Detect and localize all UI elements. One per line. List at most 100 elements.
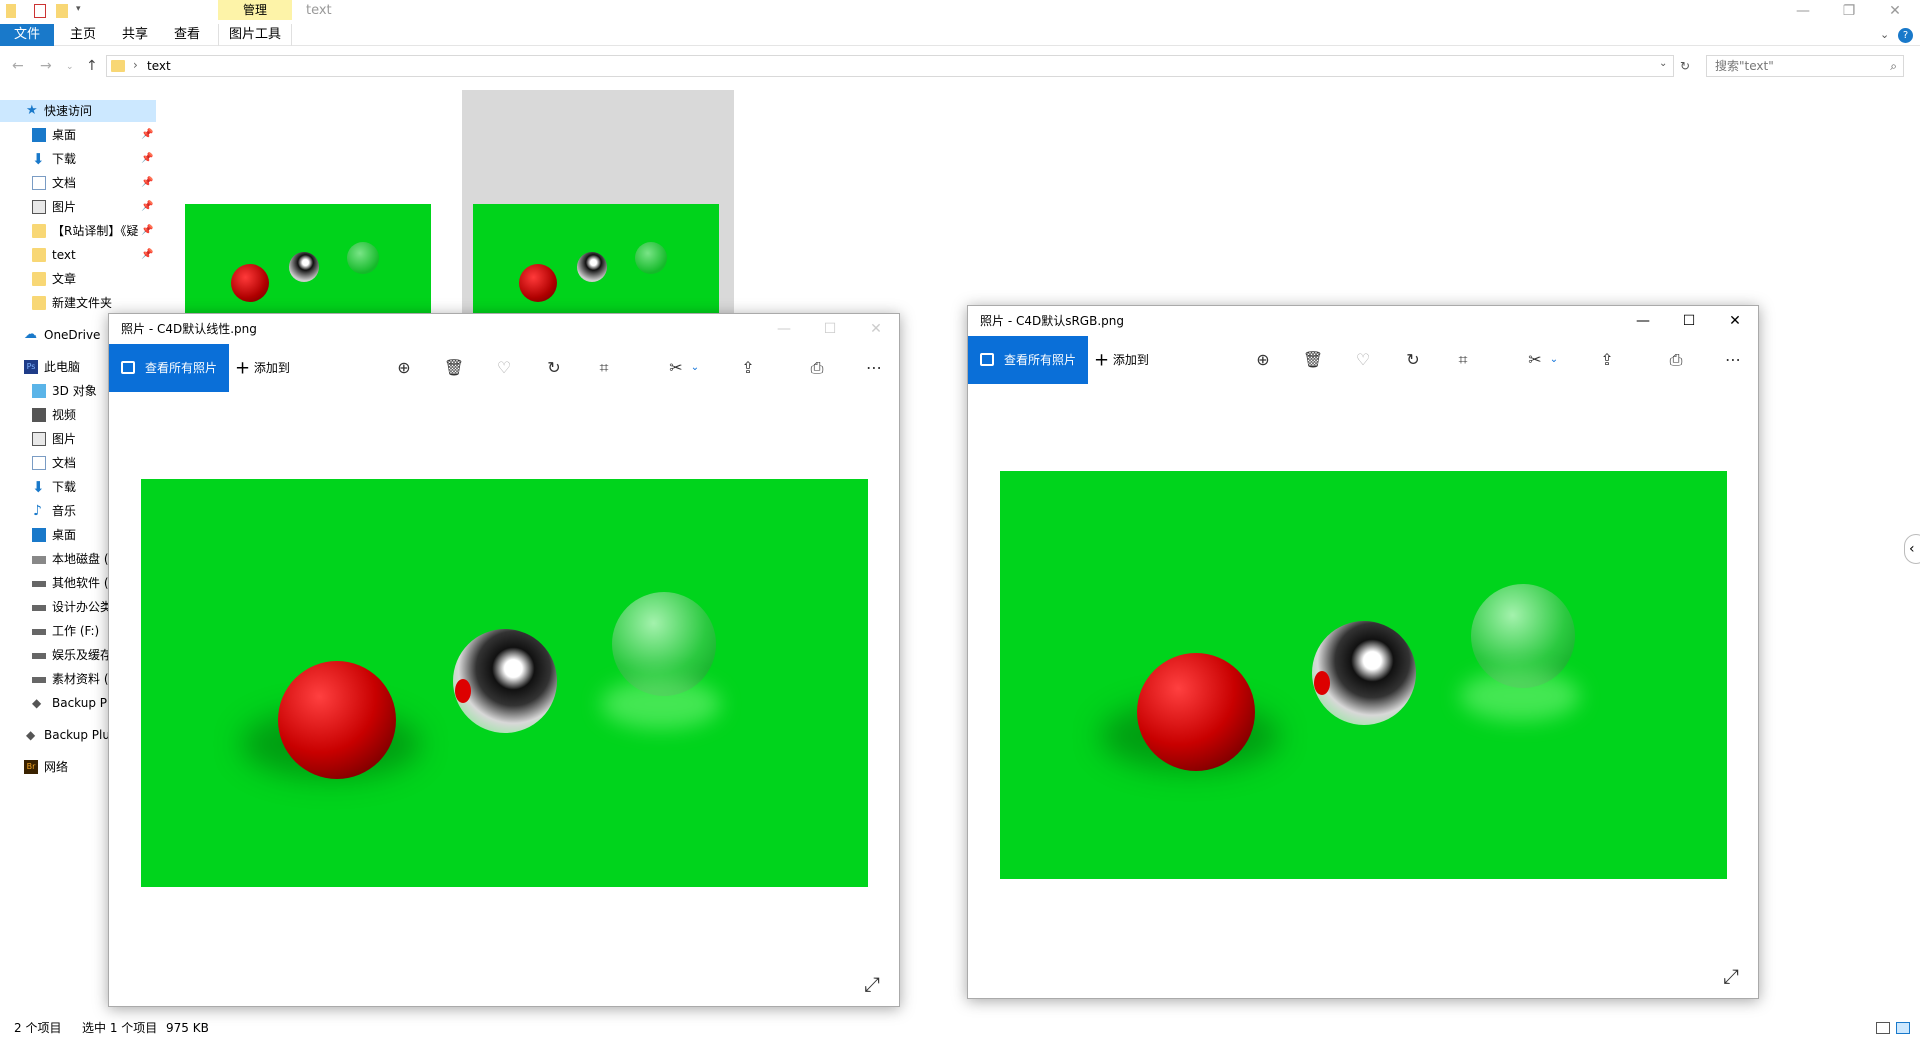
- search-icon: ⌕: [1890, 59, 1897, 73]
- breadcrumb-chevron-icon[interactable]: ›: [133, 58, 138, 72]
- folder-icon: [32, 224, 46, 238]
- back-icon[interactable]: ←: [12, 58, 24, 74]
- nav-item-articles[interactable]: 文章: [0, 268, 156, 290]
- nav-item-pictures[interactable]: 图片 📌: [0, 196, 156, 218]
- tab-view[interactable]: 查看: [164, 24, 210, 46]
- crop-icon[interactable]: ⌗: [1451, 348, 1475, 372]
- address-bar-row: ← → ⌄ ↑ › text ⌄ ↻ 搜索"text" ⌕: [0, 50, 1920, 82]
- add-to-button[interactable]: + 添加到: [235, 344, 290, 392]
- more-icon[interactable]: ⋯: [1721, 348, 1745, 372]
- pictures-icon: [32, 200, 46, 214]
- drive-icon: [32, 629, 46, 635]
- crop-icon[interactable]: ⌗: [592, 356, 616, 380]
- large-icons-view-icon[interactable]: [1896, 1022, 1910, 1034]
- photos-window-title: 照片 - C4D默认sRGB.png: [980, 314, 1124, 328]
- file-thumbnail[interactable]: [473, 204, 719, 324]
- tab-home[interactable]: 主页: [60, 24, 106, 46]
- minimize-icon[interactable]: —: [1780, 0, 1826, 22]
- rotate-icon[interactable]: ↻: [1401, 348, 1425, 372]
- favorite-icon[interactable]: ♡: [1351, 348, 1375, 372]
- tab-picture-tools[interactable]: 图片工具: [218, 24, 292, 46]
- up-icon[interactable]: ↑: [86, 58, 98, 74]
- photos-toolbar: 查看所有照片 + 添加到 ⊕ 🗑 ♡ ↻ ⌗ ✂ ⌄ ⇪ ⎙ ⋯: [968, 336, 1758, 384]
- edit-dropdown-icon[interactable]: ⌄: [1542, 348, 1566, 372]
- delete-icon[interactable]: 🗑: [442, 356, 466, 380]
- details-view-icon[interactable]: [1876, 1022, 1890, 1034]
- red-reflection: [1314, 671, 1330, 695]
- glass-sphere: [347, 242, 379, 274]
- edit-dropdown-icon[interactable]: ⌄: [683, 356, 707, 380]
- caustic: [601, 679, 721, 729]
- search-placeholder: 搜索"text": [1715, 59, 1774, 73]
- refresh-icon[interactable]: ↻: [1680, 59, 1690, 73]
- share-icon[interactable]: ⇪: [1595, 348, 1619, 372]
- tab-file[interactable]: 文件: [0, 24, 54, 46]
- address-box[interactable]: › text ⌄: [106, 55, 1674, 77]
- address-dropdown-icon[interactable]: ⌄: [1659, 58, 1667, 69]
- close-icon[interactable]: ✕: [1872, 0, 1918, 22]
- nav-quick-access[interactable]: ★ 快速访问: [0, 100, 156, 122]
- drive-icon: [32, 677, 46, 683]
- folder-icon: [111, 60, 125, 72]
- drive-icon: [32, 556, 46, 564]
- explorer-ribbon: ▾ 管理 text — ❐ ✕ 文件 主页 共享 查看 图片工具 ⌄ ?: [0, 0, 1920, 46]
- nav-item-documents[interactable]: 文档 📌: [0, 172, 156, 194]
- expand-icon[interactable]: ⤢: [1719, 964, 1743, 988]
- folder-icon: [32, 296, 46, 310]
- rotate-icon[interactable]: ↻: [542, 356, 566, 380]
- folder-icon: [32, 272, 46, 286]
- file-thumbnail[interactable]: [185, 204, 431, 324]
- expand-icon[interactable]: ⤢: [860, 972, 884, 996]
- document-icon: [32, 176, 46, 190]
- music-icon: ♪: [33, 503, 42, 519]
- delete-icon[interactable]: 🗑: [1301, 348, 1325, 372]
- computer-icon: Ps: [24, 360, 38, 374]
- share-icon[interactable]: ⇪: [736, 356, 760, 380]
- side-panel-toggle-icon[interactable]: ‹: [1904, 534, 1920, 564]
- plus-icon: +: [1094, 349, 1110, 371]
- chrome-sphere: [453, 629, 557, 733]
- chrome-sphere: [289, 252, 319, 282]
- zoom-icon[interactable]: ⊕: [392, 356, 416, 380]
- close-icon[interactable]: ✕: [853, 314, 899, 344]
- pin-icon: 📌: [141, 201, 154, 212]
- add-to-button[interactable]: + 添加到: [1094, 336, 1149, 384]
- zoom-icon[interactable]: ⊕: [1251, 348, 1275, 372]
- photo-image: [141, 479, 868, 887]
- nav-item-folder-1[interactable]: 【R站译制】《疑 📌: [0, 220, 156, 242]
- new-folder-icon[interactable]: [56, 4, 68, 18]
- video-icon: [32, 408, 46, 422]
- nav-item-new-folder[interactable]: 新建文件夹: [0, 292, 156, 314]
- view-all-photos-button[interactable]: 查看所有照片: [968, 336, 1088, 384]
- red-sphere: [278, 661, 396, 779]
- help-icon[interactable]: ?: [1898, 28, 1913, 43]
- nav-item-downloads[interactable]: ⬇ 下载 📌: [0, 148, 156, 170]
- nav-item-desktop[interactable]: 桌面 📌: [0, 124, 156, 146]
- pictures-icon: [32, 432, 46, 446]
- print-icon[interactable]: ⎙: [805, 356, 829, 380]
- forward-icon[interactable]: →: [40, 58, 52, 74]
- close-icon[interactable]: ✕: [1712, 306, 1758, 336]
- print-icon[interactable]: ⎙: [1664, 348, 1688, 372]
- minimize-icon[interactable]: —: [1620, 306, 1666, 336]
- view-all-photos-button[interactable]: 查看所有照片: [109, 344, 229, 392]
- context-tab-header: 管理: [218, 0, 292, 20]
- maximize-icon[interactable]: ☐: [1666, 306, 1712, 336]
- expand-ribbon-icon[interactable]: ⌄: [1880, 28, 1889, 41]
- search-input[interactable]: 搜索"text" ⌕: [1706, 55, 1904, 77]
- more-icon[interactable]: ⋯: [862, 356, 886, 380]
- photos-window-left: 照片 - C4D默认线性.png — ☐ ✕ 查看所有照片 + 添加到 ⊕ 🗑 …: [108, 313, 900, 1007]
- nav-item-text[interactable]: text 📌: [0, 244, 156, 266]
- favorite-icon[interactable]: ♡: [492, 356, 516, 380]
- tab-share[interactable]: 共享: [112, 24, 158, 46]
- breadcrumb-current[interactable]: text: [147, 59, 171, 73]
- folder-icon: [6, 4, 16, 18]
- maximize-icon[interactable]: ☐: [807, 314, 853, 344]
- qat-dropdown-icon[interactable]: ▾: [76, 4, 81, 20]
- minimize-icon[interactable]: —: [761, 314, 807, 344]
- chrome-sphere: [577, 252, 607, 282]
- properties-icon[interactable]: [34, 4, 46, 18]
- selected-count: 选中 1 个项目: [82, 1021, 158, 1035]
- recent-dropdown-icon[interactable]: ⌄: [66, 62, 74, 72]
- restore-icon[interactable]: ❐: [1826, 0, 1872, 22]
